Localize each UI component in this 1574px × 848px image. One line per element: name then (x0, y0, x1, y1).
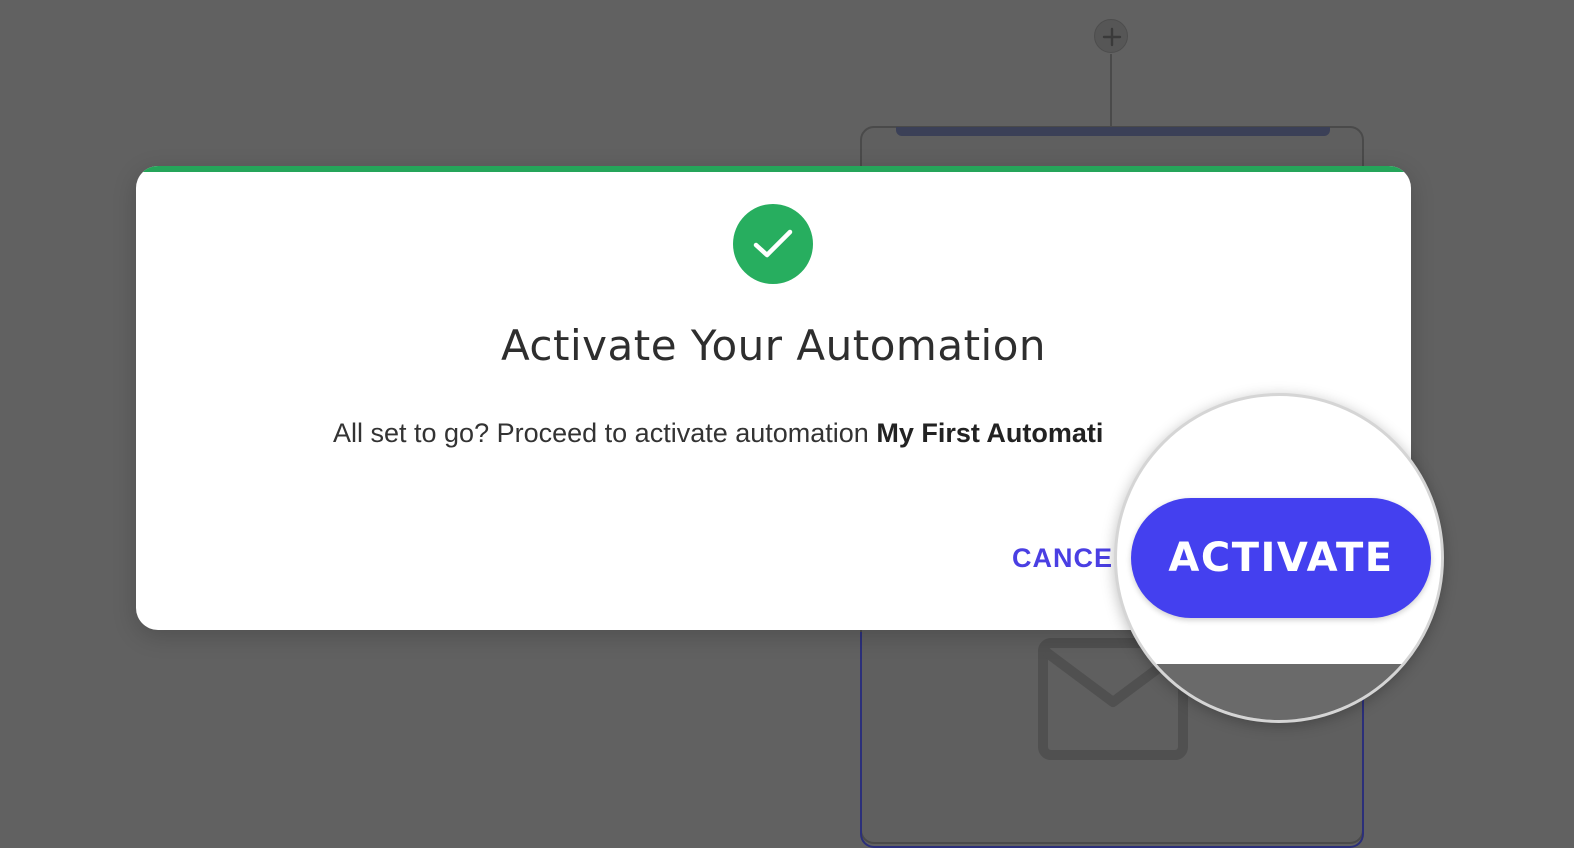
plus-icon (1102, 27, 1122, 47)
flow-connector-line (1110, 54, 1112, 126)
success-badge (733, 204, 813, 284)
dialog-message-text: All set to go? Proceed to activate autom… (333, 418, 877, 448)
magnifier-backdrop (1117, 664, 1441, 720)
activate-button[interactable]: ACTIVATE (1131, 498, 1431, 618)
checkmark-icon (753, 229, 793, 258)
dialog-accent-bar (136, 166, 1411, 172)
card-header-bar (896, 127, 1330, 136)
add-step-button[interactable] (1094, 19, 1128, 53)
automation-name: My First Automati (876, 418, 1104, 448)
dialog-message: All set to go? Proceed to activate autom… (333, 416, 1103, 450)
dialog-title: Activate Your Automation (500, 321, 1047, 370)
cancel-button[interactable]: CANCEL (1012, 540, 1131, 576)
magnifier-lens: ACTIVATE (1114, 393, 1444, 723)
